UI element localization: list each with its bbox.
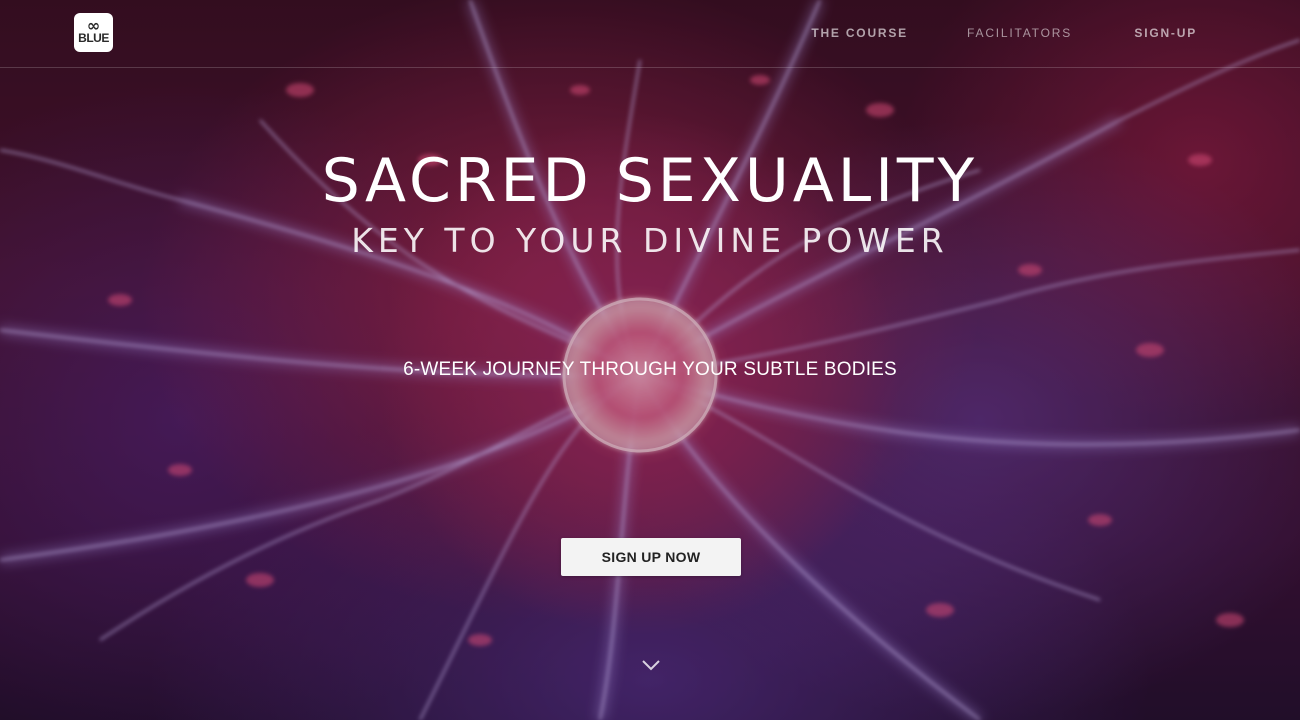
hero-section: ∞ BLUE THE COURSE FACILITATORS SIGN-UP S…	[0, 0, 1300, 720]
nav-link-facilitators[interactable]: FACILITATORS	[967, 26, 1072, 40]
nav-link-the-course[interactable]: THE COURSE	[811, 26, 908, 40]
hero-tagline: 6-WEEK JOURNEY THROUGH YOUR SUBTLE BODIE…	[403, 359, 897, 380]
nav-link-sign-up[interactable]: SIGN-UP	[1134, 26, 1197, 40]
top-navbar: ∞ BLUE THE COURSE FACILITATORS SIGN-UP	[0, 0, 1300, 68]
hero-title: SACRED SEXUALITY	[321, 146, 979, 216]
hero-subtitle: KEY TO YOUR DIVINE POWER	[351, 221, 949, 260]
chevron-down-icon[interactable]	[640, 654, 662, 676]
logo-text: BLUE	[78, 31, 109, 45]
sign-up-now-button[interactable]: SIGN UP NOW	[561, 538, 741, 576]
brand-logo[interactable]: ∞ BLUE	[74, 13, 113, 52]
